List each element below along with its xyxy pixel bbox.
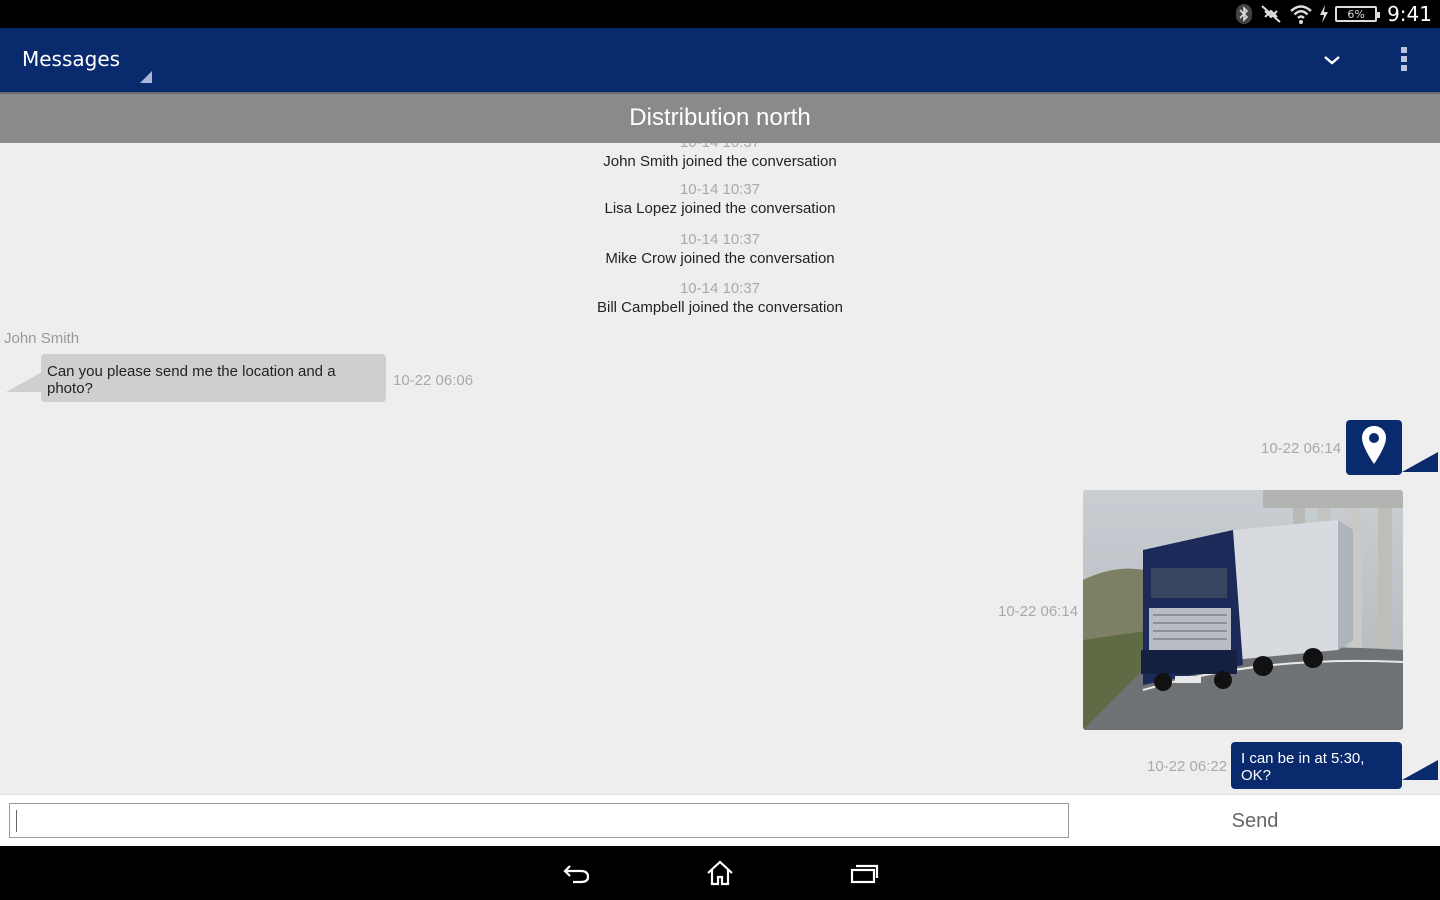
outgoing-message-bubble[interactable]: I can be in at 5:30, OK? — [1231, 742, 1402, 789]
message-time: 10-22 06:14 — [998, 603, 1079, 620]
system-event: 10-14 10:37 Mike Crow joined the convers… — [0, 231, 1440, 269]
event-text: Mike Crow joined the conversation — [605, 250, 835, 267]
system-event: 10-14 10:37 Bill Campbell joined the con… — [0, 280, 1440, 318]
event-text: John Smith joined the conversation — [603, 153, 837, 170]
sender-name: John Smith — [4, 330, 80, 347]
home-icon[interactable] — [700, 856, 740, 890]
event-text: Bill Campbell joined the conversation — [597, 299, 843, 316]
send-button[interactable]: Send — [1180, 803, 1330, 839]
bubble-tail — [1402, 760, 1438, 780]
battery-icon: 6% — [1335, 6, 1381, 22]
event-text: Lisa Lopez joined the conversation — [604, 200, 836, 217]
navigation-bar — [0, 846, 1440, 900]
wifi-icon — [1289, 2, 1313, 26]
bubble-tail — [1402, 452, 1438, 472]
app-title[interactable]: Messages — [22, 47, 120, 71]
battery-percent: 6% — [1347, 7, 1365, 21]
charging-icon — [1319, 2, 1329, 26]
message-time: 10-22 06:22 — [1147, 758, 1228, 775]
system-event: 10-14 10:37 John Smith joined the conver… — [0, 143, 1440, 172]
overflow-menu-icon[interactable] — [1394, 44, 1414, 74]
system-event: 10-14 10:37 Lisa Lopez joined the conver… — [0, 181, 1440, 219]
back-icon[interactable] — [556, 856, 596, 890]
message-time: 10-22 06:14 — [1261, 440, 1342, 457]
photo-message-truck[interactable] — [1083, 490, 1403, 730]
incoming-message-bubble[interactable]: Can you please send me the location and … — [41, 354, 386, 402]
status-icons: 6% 9:41 — [1235, 0, 1432, 28]
bubble-tail — [6, 372, 42, 392]
message-input[interactable] — [9, 803, 1069, 838]
message-time: 10-22 06:06 — [393, 372, 474, 389]
nfc-off-icon — [1259, 2, 1283, 26]
event-time: 10-14 10:37 — [0, 143, 1440, 152]
compose-bar: Send — [0, 794, 1440, 846]
message-list[interactable]: 10-14 10:37 John Smith joined the conver… — [0, 143, 1440, 794]
bluetooth-icon — [1235, 2, 1253, 26]
conversation-title-text: Distribution north — [629, 103, 811, 131]
conversation-title: Distribution north — [0, 92, 1440, 143]
spinner-indicator-icon — [140, 71, 152, 83]
recent-apps-icon[interactable] — [844, 856, 884, 890]
event-time: 10-14 10:37 — [679, 231, 761, 248]
event-time: 10-14 10:37 — [679, 181, 761, 198]
location-message-bubble[interactable] — [1346, 420, 1402, 475]
chevron-down-icon[interactable] — [1318, 48, 1346, 72]
status-bar: 6% 9:41 — [0, 0, 1440, 28]
action-bar: Messages — [0, 28, 1440, 92]
status-clock: 9:41 — [1387, 2, 1432, 26]
location-pin-icon — [1361, 425, 1387, 470]
text-caret — [16, 810, 17, 832]
event-time: 10-14 10:37 — [679, 280, 761, 297]
